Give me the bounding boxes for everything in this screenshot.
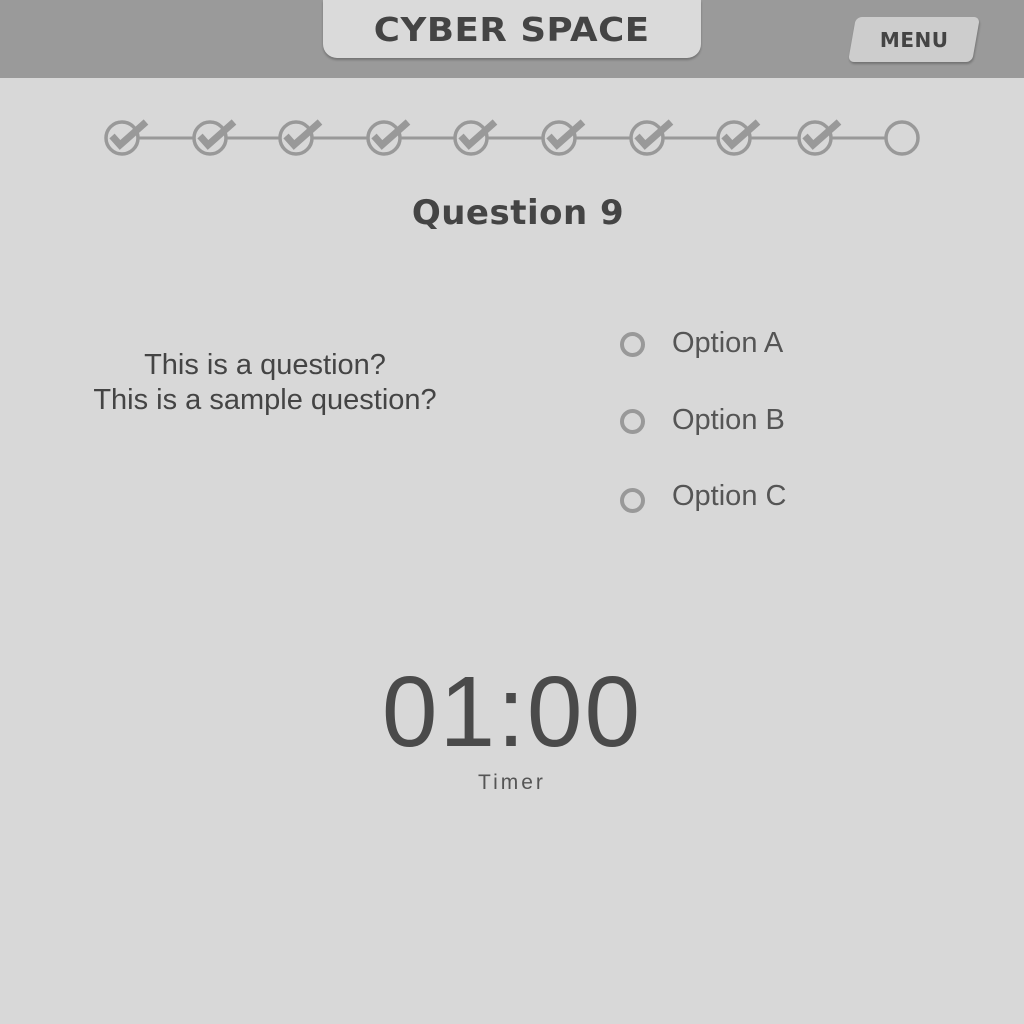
option-b-label: Option B [672, 403, 785, 436]
timer-label: Timer [478, 771, 546, 794]
menu-button-label: MENU [879, 27, 949, 52]
option-b[interactable]: Option B [620, 400, 785, 440]
top-bar: CYBER SPACE MENU [0, 0, 1024, 78]
title-tab: CYBER SPACE [323, 0, 701, 58]
question-line-2: This is a sample question? [93, 384, 437, 416]
question-line-1: This is a question? [144, 349, 386, 381]
menu-button[interactable]: MENU [848, 17, 980, 62]
progress-steps [104, 119, 920, 156]
question-heading: Question 9 [411, 193, 625, 233]
app-title: CYBER SPACE [374, 9, 650, 49]
timer-display: 01:00 [381, 656, 643, 768]
option-c[interactable]: Option C [620, 476, 786, 516]
radio-button-c[interactable] [620, 487, 645, 513]
option-a[interactable]: Option A [620, 323, 783, 363]
option-c-label: Option C [672, 479, 787, 512]
progress-tracker [0, 110, 1024, 170]
question-text: This is a question? This is a sample que… [60, 348, 470, 418]
radio-button-b[interactable] [620, 408, 645, 434]
radio-button-a[interactable] [620, 331, 645, 357]
option-a-label: Option A [672, 326, 784, 359]
step-pending-icon [884, 120, 920, 156]
